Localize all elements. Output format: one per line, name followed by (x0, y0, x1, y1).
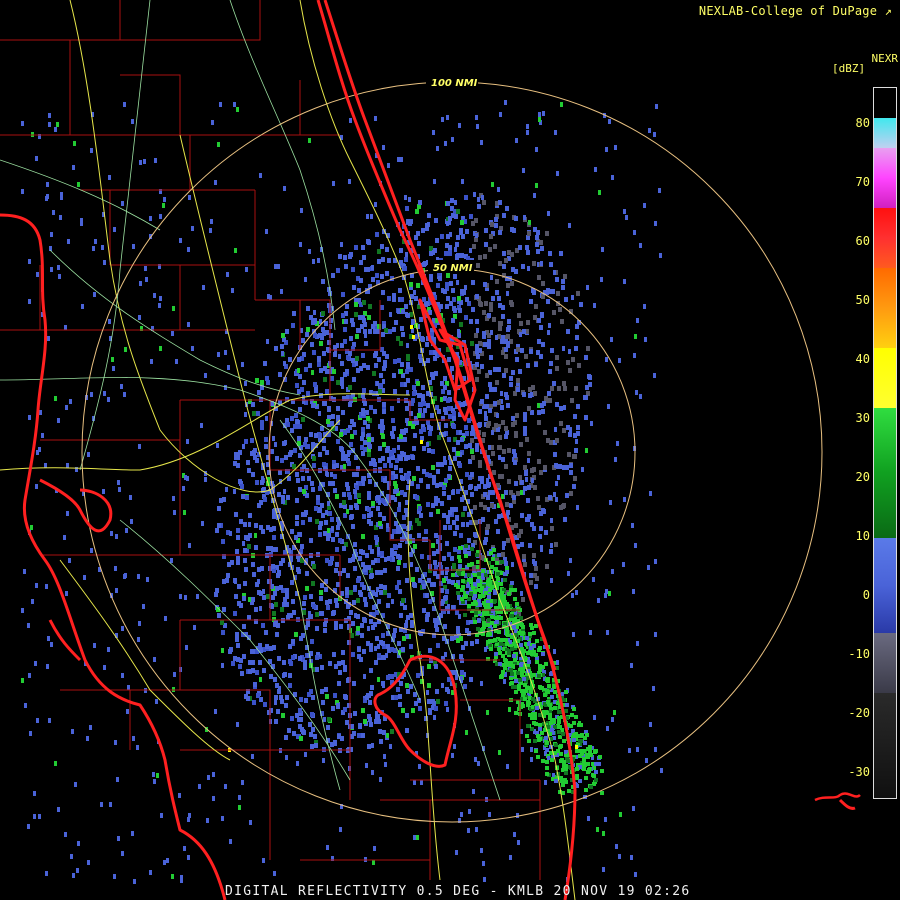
scale-segment-70 (874, 148, 896, 208)
scale-tick-50: 50 (855, 293, 870, 307)
external-link-icon[interactable]: ↗ (885, 4, 892, 18)
scale-tick-neg20: -20 (848, 706, 870, 720)
color-scale-bar (873, 87, 897, 799)
scale-tick-10: 10 (855, 529, 870, 543)
scale-segment-20 (874, 408, 896, 538)
product-caption: DIGITAL REFLECTIVITY 0.5 DEG - KMLB 20 N… (225, 884, 691, 899)
scale-tick-60: 60 (855, 234, 870, 248)
scale-tick-80: 80 (855, 116, 870, 130)
scale-segment-75 (874, 118, 896, 148)
scale-tick-20: 20 (855, 470, 870, 484)
scale-tick-30: 30 (855, 411, 870, 425)
radar-map: 50 NMI 100 NMI (0, 0, 900, 900)
scale-segment-0 (874, 538, 896, 633)
scale-segment-neg10 (874, 633, 896, 693)
scale-tick-40: 40 (855, 352, 870, 366)
scale-segment-50 (874, 268, 896, 348)
product-code: NEXR (871, 52, 899, 65)
legend-units: [dBZ] (832, 62, 866, 75)
scale-tick-70: 70 (855, 175, 870, 189)
scale-segment-60 (874, 208, 896, 268)
scale-segment-35 (874, 348, 896, 408)
scale-tick-neg30: -30 (848, 765, 870, 779)
scale-tick-neg10: -10 (848, 647, 870, 661)
scale-segment-neg30 (874, 693, 896, 798)
range-ring-label-50: 50 NMI (433, 263, 473, 274)
range-ring-label-100: 100 NMI (431, 78, 478, 89)
scale-tick-0: 0 (862, 588, 870, 602)
scale-segment-80 (874, 88, 896, 118)
source-credit: NEXLAB-College of DuPage ↗ (698, 4, 892, 18)
